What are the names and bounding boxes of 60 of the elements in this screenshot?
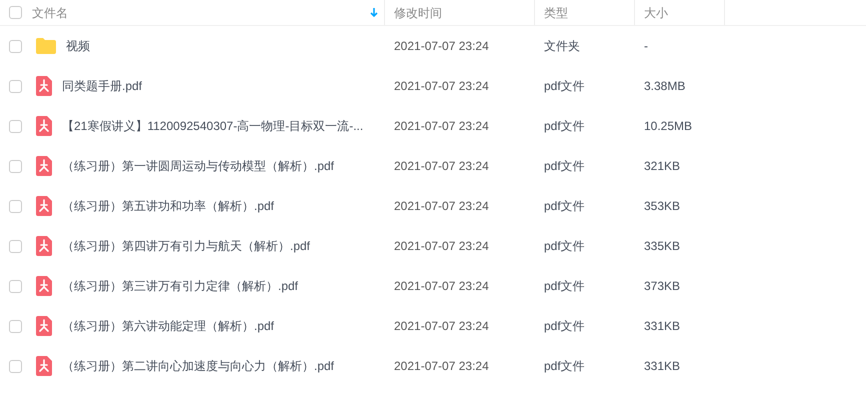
column-header[interactable]: 大小: [644, 4, 668, 22]
sort-arrow-icon[interactable]: [370, 8, 378, 18]
pdf-file-icon: [36, 156, 52, 176]
file-name[interactable]: （练习册）第三讲万有引力定律（解析）.pdf: [62, 277, 298, 295]
modified-time: 2021-07-07 23:24: [394, 118, 489, 135]
file-type: pdf文件: [544, 118, 585, 135]
modified-time: 2021-07-07 23:24: [394, 318, 489, 335]
row-checkbox[interactable]: [9, 40, 22, 52]
file-name[interactable]: 视频: [66, 37, 90, 55]
modified-time: 2021-07-07 23:24: [394, 78, 489, 95]
pdf-file-icon: [36, 356, 52, 376]
modified-time: 2021-07-07 23:24: [394, 278, 489, 295]
file-size: 331KB: [644, 358, 680, 375]
file-name[interactable]: （练习册）第五讲功和功率（解析）.pdf: [62, 197, 274, 215]
file-size: 3.38MB: [644, 78, 686, 95]
file-type: pdf文件: [544, 198, 585, 215]
column-header[interactable]: 修改时间: [394, 4, 442, 22]
file-size: 331KB: [644, 318, 680, 335]
file-type: pdf文件: [544, 158, 585, 175]
file-type: pdf文件: [544, 358, 585, 375]
file-size: 321KB: [644, 158, 680, 175]
row-checkbox[interactable]: [9, 280, 22, 292]
pdf-file-icon: [36, 316, 52, 336]
file-size: 10.25MB: [644, 118, 692, 135]
row-checkbox[interactable]: [9, 240, 22, 252]
modified-time: 2021-07-07 23:24: [394, 38, 489, 55]
file-type: 文件夹: [544, 38, 580, 55]
file-type: pdf文件: [544, 238, 585, 255]
row-checkbox[interactable]: [9, 160, 22, 172]
file-name[interactable]: （练习册）第六讲动能定理（解析）.pdf: [62, 317, 274, 335]
row-checkbox[interactable]: [9, 320, 22, 332]
row-checkbox[interactable]: [9, 80, 22, 92]
file-type: pdf文件: [544, 78, 585, 95]
file-size: 353KB: [644, 198, 680, 215]
select-all-checkbox[interactable]: [9, 6, 22, 19]
file-size: 335KB: [644, 238, 680, 255]
file-size: 373KB: [644, 278, 680, 295]
row-checkbox[interactable]: [9, 120, 22, 132]
row-checkbox[interactable]: [9, 200, 22, 212]
modified-time: 2021-07-07 23:24: [394, 198, 489, 215]
pdf-file-icon: [36, 76, 52, 96]
file-name[interactable]: （练习册）第二讲向心加速度与向心力（解析）.pdf: [62, 357, 334, 375]
file-type: pdf文件: [544, 318, 585, 335]
pdf-file-icon: [36, 116, 52, 136]
column-header[interactable]: 文件名: [32, 4, 68, 22]
modified-time: 2021-07-07 23:24: [394, 158, 489, 175]
pdf-file-icon: [36, 196, 52, 216]
file-type: pdf文件: [544, 278, 585, 295]
pdf-file-icon: [36, 276, 52, 296]
modified-time: 2021-07-07 23:24: [394, 238, 489, 255]
folder-icon: [36, 38, 56, 54]
modified-time: 2021-07-07 23:24: [394, 358, 489, 375]
row-checkbox[interactable]: [9, 360, 22, 372]
file-name[interactable]: 【21寒假讲义】1120092540307-高一物理-目标双一流-...: [62, 117, 364, 135]
file-size: -: [644, 38, 648, 55]
file-name[interactable]: 同类题手册.pdf: [62, 77, 142, 95]
column-header[interactable]: 类型: [544, 4, 568, 22]
file-name[interactable]: （练习册）第四讲万有引力与航天（解析）.pdf: [62, 237, 310, 255]
pdf-file-icon: [36, 236, 52, 256]
file-name[interactable]: （练习册）第一讲圆周运动与传动模型（解析）.pdf: [62, 157, 334, 175]
